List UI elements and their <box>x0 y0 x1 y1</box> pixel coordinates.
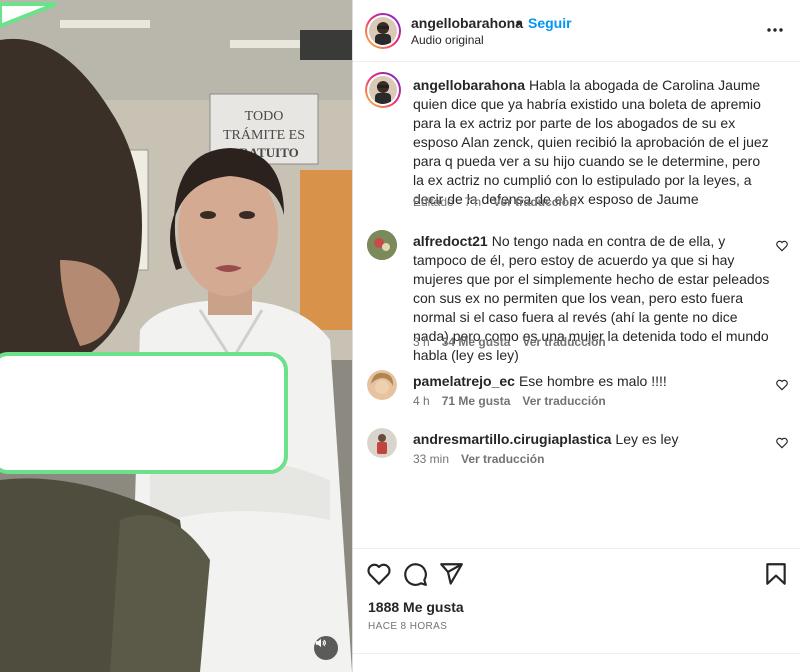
volume-button[interactable] <box>314 636 338 660</box>
comment-time: 33 min <box>413 452 450 466</box>
more-icon[interactable] <box>765 22 785 38</box>
comment-translate[interactable]: Ver traducción <box>461 452 544 466</box>
post-panel: angellobarahona • Seguir Audio original … <box>353 0 800 672</box>
comment-heart-icon[interactable] <box>775 378 789 392</box>
comment-item: andresmartillo.cirugiaplastica Ley es ley <box>413 430 773 449</box>
caption-text: Habla la abogada de Carolina Jaume quien… <box>413 77 769 207</box>
comment-time: 3 h <box>413 335 430 349</box>
speech-bubble <box>0 352 288 474</box>
volume-icon <box>315 638 326 648</box>
video-frame: TODO TRÁMITE ES GRATUITO <box>0 0 352 672</box>
bookmark-icon[interactable] <box>763 561 789 587</box>
comment-likes[interactable]: 34 Me gusta <box>442 335 511 349</box>
action-bar: 1888 Me gusta HACE 8 HORAS <box>353 548 800 672</box>
post-caption: angellobarahona Habla la abogada de Carol… <box>413 76 773 209</box>
sign-line1: TODO <box>245 109 284 124</box>
add-comment-bar[interactable] <box>353 653 800 672</box>
comment-heart-icon[interactable] <box>775 436 789 450</box>
comment-avatar[interactable] <box>367 230 397 260</box>
author-avatar[interactable] <box>365 13 401 49</box>
comment-avatar[interactable] <box>367 370 397 400</box>
comment-icon[interactable] <box>402 561 428 587</box>
share-icon[interactable] <box>438 561 464 587</box>
comment-text: Ley es ley <box>615 431 679 447</box>
likes-count[interactable]: 1888 Me gusta <box>368 599 464 615</box>
comment-likes[interactable]: 71 Me gusta <box>442 394 511 408</box>
follow-button[interactable]: Seguir <box>528 15 572 31</box>
caption-avatar[interactable] <box>365 72 401 108</box>
comment-translate[interactable]: Ver traducción <box>522 394 605 408</box>
comment-avatar[interactable] <box>367 428 397 458</box>
comment-username[interactable]: pamelatrejo_ec <box>413 373 515 389</box>
comment-meta: 3 h 34 Me gusta Ver traducción <box>413 335 618 349</box>
comment-username[interactable]: alfredoct21 <box>413 233 488 249</box>
separator-dot: • <box>516 15 521 31</box>
caption-username[interactable]: angellobarahona <box>413 77 525 93</box>
post-time: HACE 8 HORAS <box>368 621 448 632</box>
caption-meta: Editado · 7 h Ver traducción <box>413 195 588 209</box>
sign-line2: TRÁMITE ES <box>223 126 305 143</box>
video-player[interactable]: TODO TRÁMITE ES GRATUITO <box>0 0 352 672</box>
comment-time: 4 h <box>413 394 430 408</box>
comment-meta: 33 min Ver traducción <box>413 452 556 466</box>
comment-item: pamelatrejo_ec Ese hombre es malo !!!! <box>413 372 773 391</box>
post-header: angellobarahona • Seguir Audio original <box>353 0 800 62</box>
comment-heart-icon[interactable] <box>775 239 789 253</box>
caption-edited: Editado · 7 h <box>413 195 482 209</box>
comment-username[interactable]: andresmartillo.cirugiaplastica <box>413 431 611 447</box>
author-username[interactable]: angellobarahona <box>411 15 523 31</box>
caption-translate[interactable]: Ver traducción <box>493 195 576 209</box>
comment-meta: 4 h 71 Me gusta Ver traducción <box>413 394 618 408</box>
comment-text: Ese hombre es malo !!!! <box>518 373 667 389</box>
audio-label[interactable]: Audio original <box>411 33 484 47</box>
comment-translate[interactable]: Ver traducción <box>522 335 605 349</box>
speech-bubble-tail <box>0 2 57 29</box>
heart-icon[interactable] <box>366 561 392 587</box>
